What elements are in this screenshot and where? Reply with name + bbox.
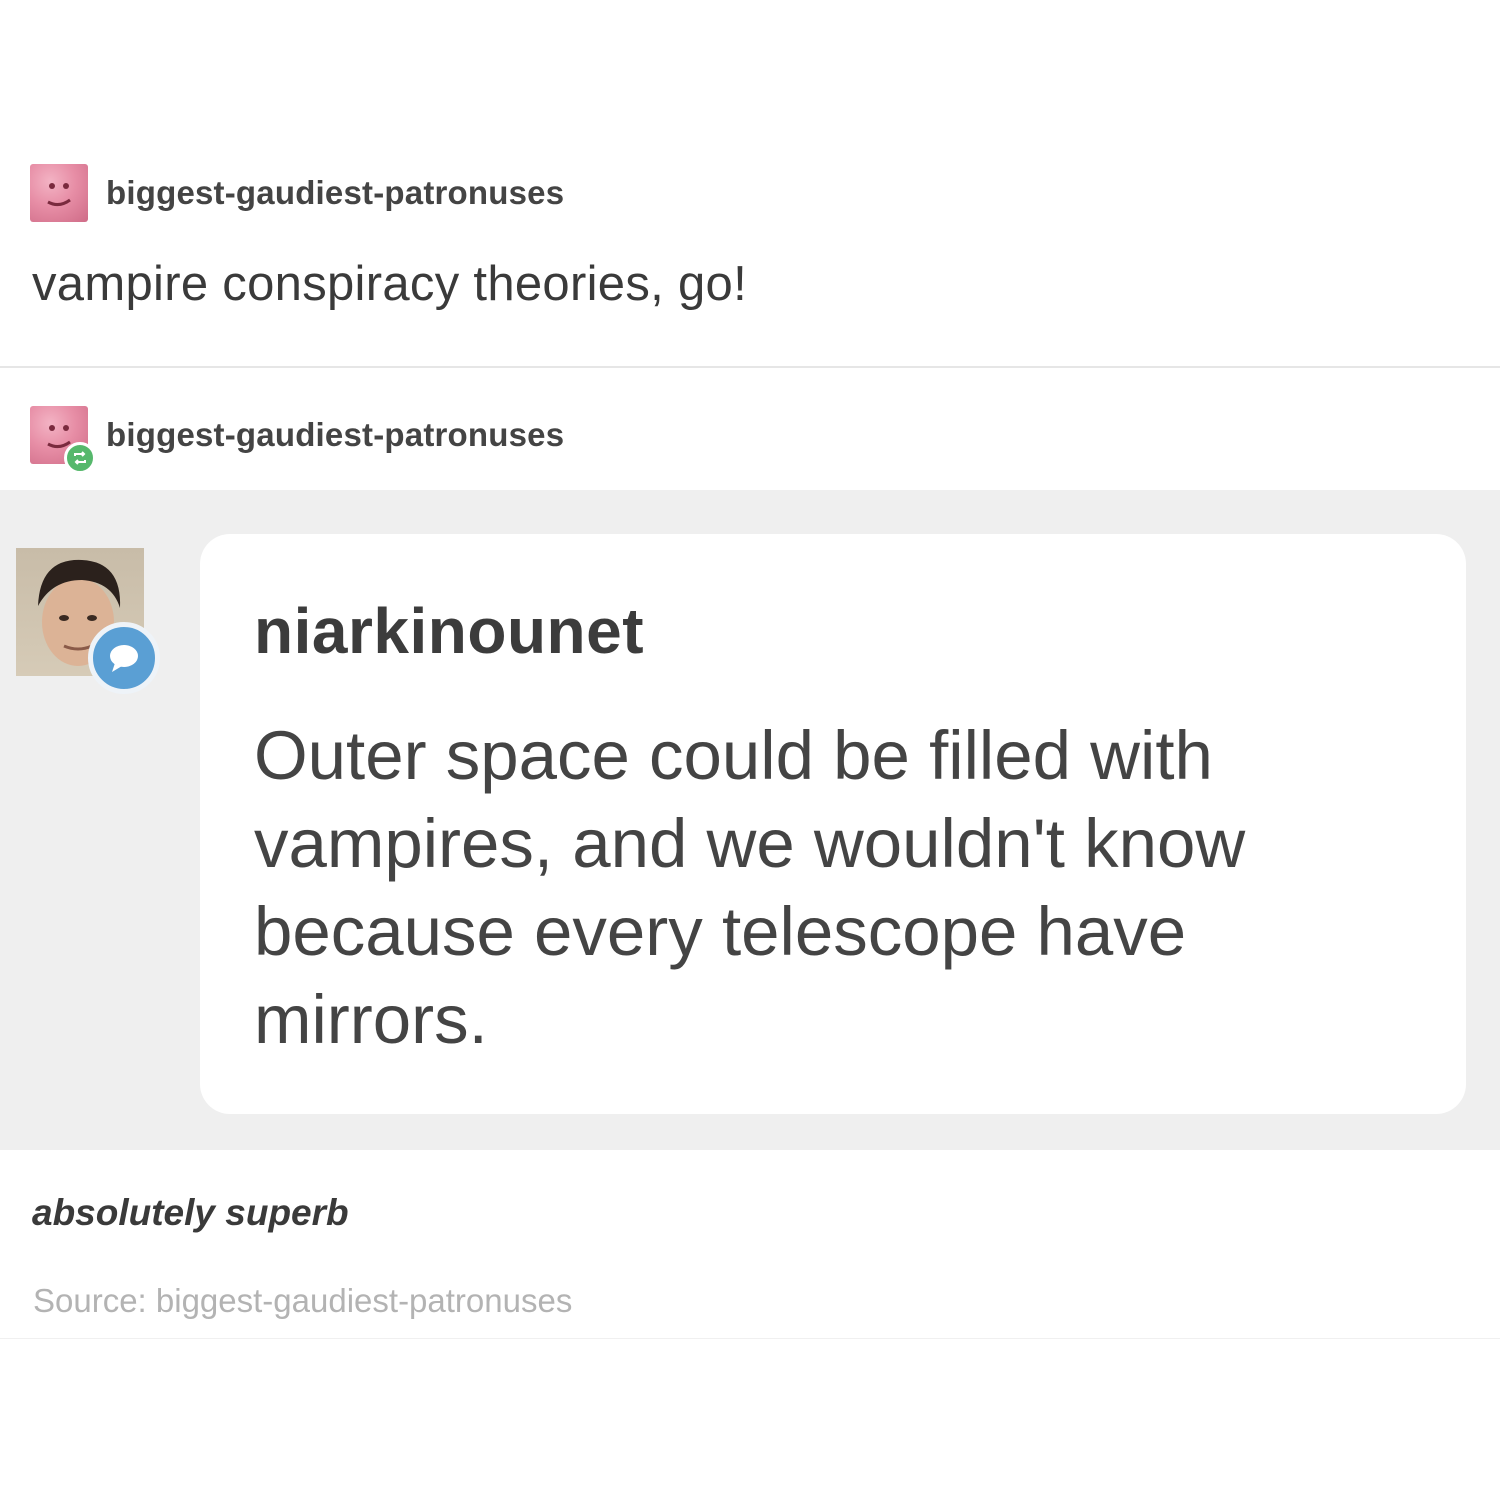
reblogger-avatar[interactable] [30,406,96,474]
reblog-icon [64,442,96,474]
ask-embed: niarkinounet Outer space could be filled… [0,490,1500,1150]
author-avatar[interactable] [30,164,88,222]
divider [0,1338,1500,1339]
reblogger-name[interactable]: biggest-gaudiest-patronuses [106,416,564,454]
tumblr-post: biggest-gaudiest-patronuses vampire cons… [0,0,1500,1500]
divider [0,366,1500,368]
ask-bubble: niarkinounet Outer space could be filled… [200,534,1466,1114]
post-header: biggest-gaudiest-patronuses [30,164,564,222]
reblog-header: biggest-gaudiest-patronuses [30,406,564,474]
speech-bubble-icon [88,622,160,694]
post-text: vampire conspiracy theories, go! [32,257,747,311]
reblog-comment: absolutely superb [32,1192,349,1233]
asker-name[interactable]: niarkinounet [254,594,644,668]
author-name[interactable]: biggest-gaudiest-patronuses [106,174,564,212]
source-link[interactable]: Source: biggest-gaudiest-patronuses [33,1282,572,1320]
ask-question: Outer space could be filled with vampire… [254,717,1246,1058]
